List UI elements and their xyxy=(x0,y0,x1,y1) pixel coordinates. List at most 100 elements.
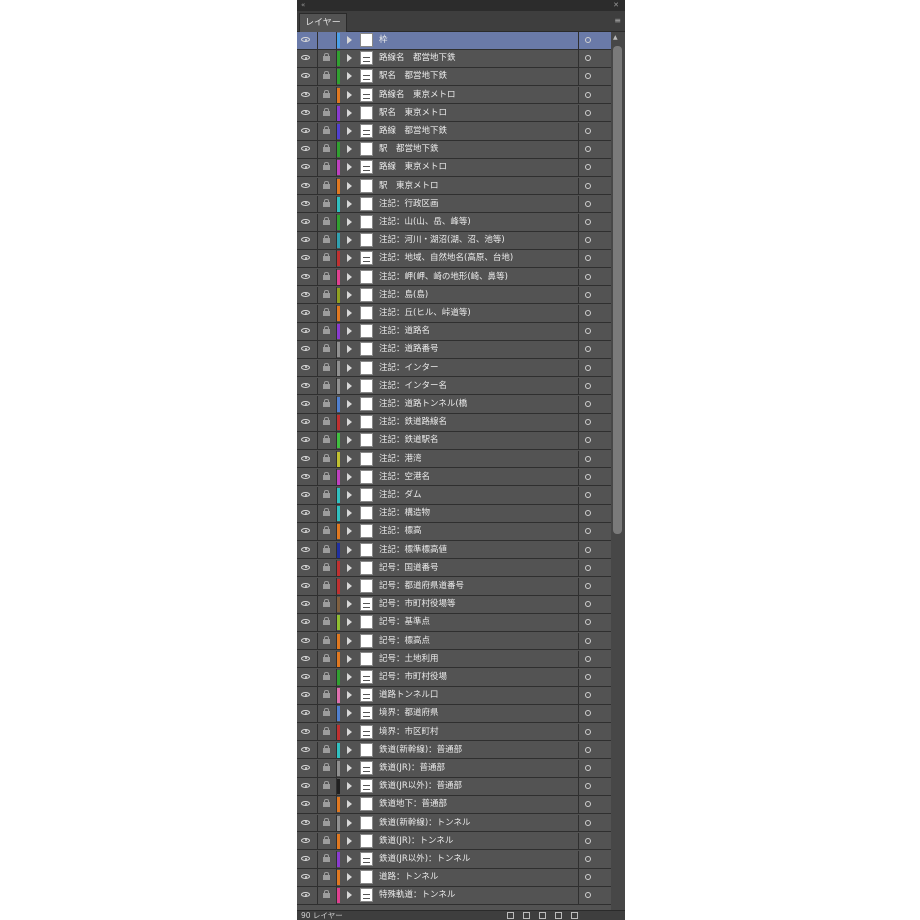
visibility-toggle[interactable] xyxy=(297,195,318,213)
layer-name[interactable]: 記号：国道番号 xyxy=(379,560,575,577)
lock-toggle[interactable] xyxy=(318,377,337,395)
visibility-toggle[interactable] xyxy=(297,268,318,286)
target-circle-icon[interactable] xyxy=(585,255,591,262)
visibility-toggle[interactable] xyxy=(297,669,318,686)
layer-row[interactable]: 注記：河川・湖沼(湖、沼、池等) xyxy=(297,232,611,250)
lock-icon[interactable] xyxy=(323,872,330,881)
lock-toggle[interactable] xyxy=(318,414,337,431)
visibility-toggle[interactable] xyxy=(297,541,318,559)
layer-name[interactable]: 注記：標高 xyxy=(379,523,575,540)
expand-triangle-icon[interactable] xyxy=(347,873,352,882)
lock-toggle[interactable] xyxy=(318,796,337,813)
layer-row[interactable]: 記号：基準点 xyxy=(297,614,611,632)
visibility-toggle[interactable] xyxy=(297,851,318,868)
expand-triangle-icon[interactable] xyxy=(347,545,352,554)
layer-row[interactable]: 鉄道(JR)：普通部 xyxy=(297,760,611,778)
lock-toggle[interactable] xyxy=(318,286,337,304)
layer-row[interactable]: 注記：道路名 xyxy=(297,323,611,341)
layer-name[interactable]: 鉄道(JR)：普通部 xyxy=(379,760,575,777)
visibility-toggle[interactable] xyxy=(297,414,318,431)
visibility-toggle[interactable] xyxy=(297,305,318,322)
target-circle-icon[interactable] xyxy=(585,455,591,462)
layer-row[interactable]: 特殊軌道：トンネル xyxy=(297,887,611,905)
expand-triangle-icon[interactable] xyxy=(347,309,352,317)
lock-icon[interactable] xyxy=(323,690,330,699)
lock-toggle[interactable] xyxy=(318,123,337,140)
layer-row[interactable]: 注記：道路トンネル(橋 xyxy=(297,396,611,414)
eye-icon[interactable] xyxy=(301,419,310,425)
lock-icon[interactable] xyxy=(323,471,330,480)
visibility-toggle[interactable] xyxy=(297,596,318,613)
target-circle-icon[interactable] xyxy=(585,310,591,316)
eye-icon[interactable] xyxy=(301,601,310,607)
eye-icon[interactable] xyxy=(301,619,310,625)
expand-triangle-icon[interactable] xyxy=(347,36,352,44)
visibility-toggle[interactable] xyxy=(297,687,318,704)
eye-icon[interactable] xyxy=(301,655,310,661)
target-circle-icon[interactable] xyxy=(585,419,591,426)
expand-triangle-icon[interactable] xyxy=(347,800,352,809)
target-circle-icon[interactable] xyxy=(585,164,591,171)
expand-triangle-icon[interactable] xyxy=(347,236,352,245)
layer-row[interactable]: 注記：インター xyxy=(297,359,611,378)
layer-row[interactable]: 路線 都営地下鉄 xyxy=(297,123,611,141)
layer-name[interactable]: 注記：ダム xyxy=(379,487,575,504)
layer-row[interactable]: 路線名 都営地下鉄 xyxy=(297,50,611,68)
expand-triangle-icon[interactable] xyxy=(347,527,352,536)
eye-icon[interactable] xyxy=(301,564,310,570)
target-circle-icon[interactable] xyxy=(585,182,591,189)
lock-icon[interactable] xyxy=(323,198,330,207)
eye-icon[interactable] xyxy=(301,401,310,406)
lock-toggle[interactable] xyxy=(318,250,337,267)
eye-icon[interactable] xyxy=(301,273,310,279)
layer-name[interactable]: 注記：インター名 xyxy=(379,378,575,395)
lock-icon[interactable] xyxy=(323,508,330,517)
layer-row[interactable]: 境界：市区町村 xyxy=(297,723,611,742)
lock-toggle[interactable] xyxy=(318,632,337,650)
lock-icon[interactable] xyxy=(323,180,330,189)
visibility-toggle[interactable] xyxy=(297,614,318,631)
lock-toggle[interactable] xyxy=(318,432,337,449)
lock-toggle[interactable] xyxy=(318,32,337,49)
lock-toggle[interactable] xyxy=(318,68,337,85)
eye-icon[interactable] xyxy=(301,765,310,770)
expand-triangle-icon[interactable] xyxy=(347,563,352,572)
layer-row[interactable]: 注記：岬(岬、崎の地形(崎、鼻等) xyxy=(297,268,611,287)
target-circle-icon[interactable] xyxy=(585,619,591,626)
target-circle-icon[interactable] xyxy=(585,564,591,571)
eye-icon[interactable] xyxy=(301,237,310,243)
eye-icon[interactable] xyxy=(301,674,310,679)
lock-toggle[interactable] xyxy=(318,232,337,249)
target-circle-icon[interactable] xyxy=(585,801,591,808)
eye-icon[interactable] xyxy=(301,73,310,79)
layer-name[interactable]: 注記：島(島) xyxy=(379,287,575,304)
lock-icon[interactable] xyxy=(323,653,330,662)
lock-icon[interactable] xyxy=(323,781,330,790)
eye-icon[interactable] xyxy=(301,91,310,97)
expand-triangle-icon[interactable] xyxy=(347,764,352,772)
expand-triangle-icon[interactable] xyxy=(347,691,352,700)
lock-icon[interactable] xyxy=(323,562,330,571)
lock-toggle[interactable] xyxy=(318,832,337,850)
visibility-toggle[interactable] xyxy=(297,286,318,304)
eye-icon[interactable] xyxy=(301,382,310,388)
expand-triangle-icon[interactable] xyxy=(347,363,352,372)
lock-toggle[interactable] xyxy=(318,578,337,595)
lock-icon[interactable] xyxy=(323,253,330,262)
layer-row[interactable]: 注記：インター名 xyxy=(297,377,611,396)
layer-name[interactable]: 注記：道路名 xyxy=(379,323,575,340)
target-circle-icon[interactable] xyxy=(585,728,591,735)
layer-row[interactable]: 鉄道(新幹線)：トンネル xyxy=(297,814,611,833)
lock-toggle[interactable] xyxy=(318,177,337,195)
layer-name[interactable]: 特殊軌道：トンネル xyxy=(379,887,575,904)
target-circle-icon[interactable] xyxy=(585,655,591,662)
lock-toggle[interactable] xyxy=(318,851,337,868)
expand-triangle-icon[interactable] xyxy=(347,90,352,99)
eye-icon[interactable] xyxy=(301,473,310,479)
layer-row[interactable]: 注記：標準標高値 xyxy=(297,541,611,560)
layer-row[interactable]: 注記：港湾 xyxy=(297,450,611,469)
lock-toggle[interactable] xyxy=(318,214,337,231)
expand-triangle-icon[interactable] xyxy=(347,145,352,154)
layer-name[interactable]: 注記：鉄道駅名 xyxy=(379,432,575,449)
lock-icon[interactable] xyxy=(323,726,330,735)
